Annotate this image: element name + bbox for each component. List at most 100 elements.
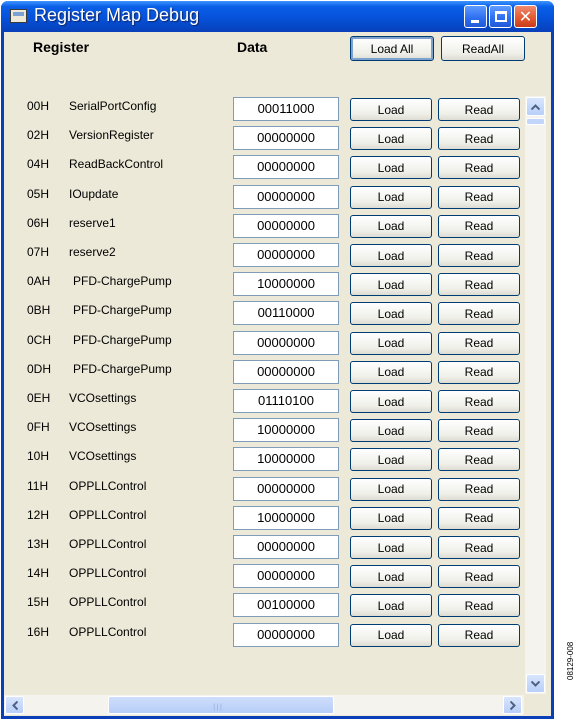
register-name: reserve2 [69,245,116,259]
load-register-button[interactable]: Load [350,594,432,618]
load-register-button[interactable]: Load [350,214,432,238]
register-data-field[interactable]: 00000000 [233,243,339,267]
register-data-field[interactable]: 00000000 [233,213,339,238]
load-register-button[interactable]: Load [350,419,432,443]
register-address: 07H [27,245,50,259]
register-data-field[interactable]: 10000000 [233,447,339,472]
load-register-button[interactable]: Load [350,244,432,267]
load-all-button[interactable]: Load All [350,36,434,61]
load-register-button[interactable]: Load [350,360,432,384]
register-address: 15H [27,595,50,610]
scroll-right-button[interactable] [503,696,522,714]
load-register-button[interactable]: Load [350,565,432,589]
scroll-up-button[interactable] [526,97,545,116]
register-data-field[interactable]: 00110000 [233,301,339,326]
register-name: OPPLLControl [69,595,147,610]
register-data-field[interactable]: 00000000 [233,476,339,501]
register-address: 0EH [27,391,51,405]
register-map-debug-window: Register Map Debug ✕ Register Data Load … [1,1,554,719]
read-register-button[interactable]: Read [438,565,520,589]
register-name: ReadBackControl [69,157,164,172]
load-register-button[interactable]: Load [350,536,432,559]
read-register-button[interactable]: Read [438,594,520,618]
chevron-left-icon [11,700,18,710]
read-register-button[interactable]: Read [438,331,520,355]
title-bar[interactable]: Register Map Debug ✕ [1,1,554,32]
register-address: 11H [27,478,49,493]
read-register-button[interactable]: Read [438,127,520,151]
register-data-field[interactable]: 00000000 [233,622,339,647]
read-register-button[interactable]: Read [438,214,520,238]
load-register-button[interactable]: Load [350,185,432,209]
load-register-button[interactable]: Load [350,127,432,151]
vertical-scrollbar[interactable] [525,96,546,694]
register-data-field[interactable]: 00000000 [233,564,339,589]
register-data-field[interactable]: 10000000 [233,418,339,443]
load-register-button[interactable]: Load [350,390,432,413]
register-address: 0AH [27,274,51,289]
load-register-button[interactable]: Load [350,98,432,121]
load-register-button[interactable]: Load [350,156,432,180]
load-register-button[interactable]: Load [350,273,432,297]
register-name: OPPLLControl [69,566,147,581]
register-data-field[interactable]: 00000000 [233,184,339,209]
read-register-button[interactable]: Read [438,360,520,384]
read-register-button[interactable]: Read [438,156,520,180]
load-register-button[interactable]: Load [350,477,432,501]
read-register-button[interactable]: Read [438,390,520,413]
read-all-button[interactable]: ReadAll [441,36,525,61]
register-data-field[interactable]: 10000000 [233,505,339,530]
maximize-button[interactable] [489,5,512,28]
register-address: 16H [27,624,50,639]
register-address: 0CH [27,332,52,347]
register-data-field[interactable]: 00011000 [233,97,339,121]
read-register-button[interactable]: Read [438,623,520,647]
register-data-field[interactable]: 01110100 [233,389,339,413]
vertical-scroll-thumb[interactable] [526,118,545,125]
register-row: 07H reserve2 00000000 Load Read [4,243,524,271]
register-data-field[interactable]: 00000000 [233,126,339,151]
scroll-down-button[interactable] [526,674,545,693]
horizontal-scrollbar[interactable]: ||| [4,695,524,715]
register-data-field[interactable]: 00000000 [233,359,339,384]
load-register-button[interactable]: Load [350,302,432,326]
read-register-button[interactable]: Read [438,244,520,267]
register-address: 02H [27,128,50,143]
register-row: 15H OPPLLControl 00100000 Load Read [4,593,524,621]
register-address: 0BH [27,303,51,318]
scrollbar-corner [525,695,546,715]
register-name: OPPLLControl [69,478,147,493]
register-data-field[interactable]: 00100000 [233,593,339,618]
minimize-button[interactable] [464,5,487,28]
read-register-button[interactable]: Read [438,98,520,121]
register-row: 0CH PFD-ChargePump 00000000 Load Read [4,330,524,359]
register-data-field[interactable]: 10000000 [233,272,339,297]
read-register-button[interactable]: Read [438,273,520,297]
register-data-field[interactable]: 00000000 [233,535,339,559]
register-address: 00H [27,99,50,113]
close-button[interactable]: ✕ [514,5,537,28]
chevron-up-icon [531,103,540,110]
read-register-button[interactable]: Read [438,477,520,501]
register-address: 04H [27,157,50,172]
load-register-button[interactable]: Load [350,331,432,355]
register-name: OPPLLControl [69,624,147,639]
read-register-button[interactable]: Read [438,302,520,326]
horizontal-scroll-thumb[interactable]: ||| [108,696,334,714]
register-name: SerialPortConfig [69,99,157,113]
register-data-field[interactable]: 00000000 [233,155,339,180]
register-name: PFD-ChargePump [73,303,172,318]
read-register-button[interactable]: Read [438,536,520,559]
read-register-button[interactable]: Read [438,419,520,443]
read-register-button[interactable]: Read [438,506,520,530]
register-data-field[interactable]: 00000000 [233,330,339,355]
read-register-button[interactable]: Read [438,185,520,209]
read-register-button[interactable]: Read [438,448,520,472]
register-row: 10H VCOsettings 10000000 Load Read [4,447,524,475]
load-register-button[interactable]: Load [350,623,432,647]
register-name: VCOsettings [69,391,137,405]
minimize-icon [471,20,479,23]
load-register-button[interactable]: Load [350,448,432,472]
load-register-button[interactable]: Load [350,506,432,530]
scroll-left-button[interactable] [5,696,24,714]
